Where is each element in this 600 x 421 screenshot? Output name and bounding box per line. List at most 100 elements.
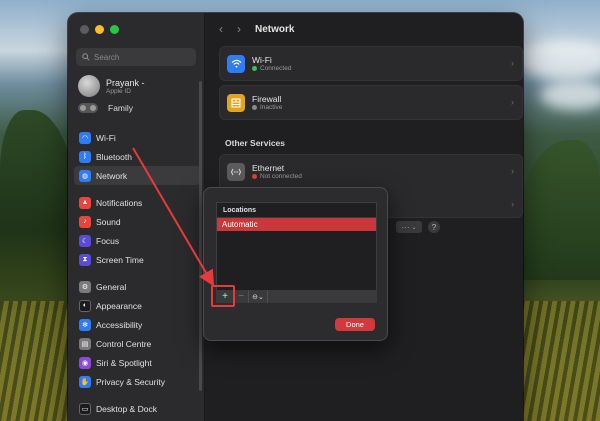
- family-icon: [78, 103, 98, 113]
- sidebar-item-label: Appearance: [96, 300, 142, 311]
- sidebar-item-label: Sound: [96, 216, 121, 227]
- control-centre-icon: ▤: [79, 337, 91, 350]
- chevron-right-icon: ›: [511, 199, 514, 209]
- service-title: Wi-Fi: [252, 55, 272, 65]
- status-text: Not connected: [260, 173, 302, 180]
- sidebar-item-sound[interactable]: ♪ Sound: [74, 212, 200, 231]
- sidebar-list: ◠ Wi-Fi ᛒ Bluetooth ◍ Network ▲ Notifica…: [74, 128, 200, 418]
- locations-sheet: Locations Automatic + − ⊖⌄ Done: [203, 187, 388, 341]
- family-label: Family: [108, 103, 134, 113]
- dock-icon: ▭: [79, 402, 91, 415]
- gear-icon: ⚙: [79, 280, 91, 293]
- sidebar-item-wifi[interactable]: ◠ Wi-Fi: [74, 128, 200, 147]
- sidebar-item-label: Focus: [96, 235, 120, 246]
- bluetooth-icon: ᛒ: [79, 150, 91, 163]
- wallpaper-cloud: [520, 40, 600, 80]
- wallpaper-trees-right: [520, 140, 600, 280]
- status-dot: [252, 66, 257, 71]
- apple-id-account[interactable]: Prayank - Apple ID: [78, 75, 145, 97]
- sidebar-item-label: Network: [96, 170, 128, 181]
- back-chevron-icon[interactable]: ‹: [219, 22, 223, 36]
- more-options-button[interactable]: ··· ⌄: [396, 221, 422, 233]
- sidebar-scrollbar[interactable]: [199, 81, 202, 391]
- sidebar-item-privacy-security[interactable]: ✋ Privacy & Security: [74, 372, 200, 391]
- location-row[interactable]: Automatic: [217, 218, 376, 231]
- help-button[interactable]: ?: [428, 221, 440, 233]
- avatar: [78, 75, 100, 97]
- firewall-icon: [227, 93, 245, 112]
- sidebar-item-bluetooth[interactable]: ᛒ Bluetooth: [74, 147, 200, 166]
- chevron-right-icon: ›: [511, 97, 514, 107]
- sidebar-item-label: Bluetooth: [96, 151, 132, 162]
- done-button[interactable]: Done: [335, 318, 375, 331]
- sidebar-item-appearance[interactable]: ◐ Appearance: [74, 296, 200, 315]
- remove-location-button[interactable]: −: [234, 290, 248, 303]
- siri-icon: ◉: [79, 356, 91, 369]
- sidebar-item-label: Accessibility: [96, 319, 143, 330]
- locations-header: Locations: [217, 203, 376, 218]
- sidebar: Search Prayank - Apple ID Family ◠ Wi-Fi…: [68, 13, 205, 421]
- status-dot: [252, 174, 257, 179]
- sidebar-item-label: Privacy & Security: [96, 376, 165, 387]
- hand-icon: ✋: [79, 375, 91, 388]
- service-status: Not connected: [252, 173, 302, 180]
- appearance-icon: ◐: [79, 299, 91, 312]
- family-item[interactable]: Family: [78, 103, 133, 113]
- sidebar-item-label: Screen Time: [96, 254, 144, 265]
- search-input[interactable]: Search: [76, 48, 196, 66]
- account-name: Prayank -: [106, 77, 145, 88]
- firewall-card: Firewall Inactive ›: [219, 85, 523, 120]
- sidebar-item-desktop-dock[interactable]: ▭ Desktop & Dock: [74, 399, 200, 418]
- sidebar-item-label: Wi-Fi: [96, 132, 116, 143]
- service-status: Connected: [252, 65, 291, 72]
- service-row-ethernet[interactable]: Ethernet Not connected ›: [220, 155, 522, 188]
- sidebar-item-label: General: [96, 281, 127, 292]
- service-row-wifi[interactable]: Wi-Fi Connected ›: [220, 47, 522, 80]
- close-button[interactable]: [80, 25, 89, 34]
- globe-icon: ◍: [79, 169, 91, 182]
- highlight-box: [211, 285, 235, 307]
- search-icon: [82, 53, 90, 61]
- status-text: Connected: [260, 65, 292, 72]
- chevron-right-icon: ›: [511, 166, 514, 176]
- status-text: Inactive: [260, 104, 283, 111]
- page-title: Network: [255, 23, 295, 35]
- sidebar-item-label: Control Centre: [96, 338, 152, 349]
- bell-icon: ▲: [79, 196, 91, 209]
- search-placeholder: Search: [94, 52, 120, 62]
- accessibility-icon: ✻: [79, 318, 91, 331]
- service-title: Firewall: [252, 94, 282, 104]
- wifi-icon: ◠: [79, 131, 91, 144]
- toolbar: ‹ › Network: [205, 13, 523, 45]
- forward-chevron-icon[interactable]: ›: [237, 22, 241, 36]
- sidebar-item-label: Desktop & Dock: [96, 403, 157, 414]
- chevron-down-icon: ⌄: [411, 224, 417, 231]
- chevron-right-icon: ›: [511, 58, 514, 68]
- locations-list: Locations Automatic: [216, 202, 377, 296]
- minimize-button[interactable]: [95, 25, 104, 34]
- account-subtitle: Apple ID: [106, 87, 131, 95]
- hourglass-icon: ⧗: [79, 253, 91, 266]
- sidebar-item-label: Siri & Spotlight: [96, 357, 152, 368]
- zoom-button[interactable]: [110, 25, 119, 34]
- speaker-icon: ♪: [79, 215, 91, 228]
- sidebar-item-siri-spotlight[interactable]: ◉ Siri & Spotlight: [74, 353, 200, 372]
- moon-icon: ☾: [79, 234, 91, 247]
- sidebar-item-screen-time[interactable]: ⧗ Screen Time: [74, 250, 200, 269]
- wallpaper-cloud: [540, 80, 600, 110]
- sidebar-item-notifications[interactable]: ▲ Notifications: [74, 193, 200, 212]
- locations-toolbar: + − ⊖⌄: [216, 290, 377, 303]
- sidebar-item-focus[interactable]: ☾ Focus: [74, 231, 200, 250]
- more-label: ···: [401, 222, 410, 232]
- sidebar-item-control-centre[interactable]: ▤ Control Centre: [74, 334, 200, 353]
- location-actions-menu[interactable]: ⊖⌄: [248, 290, 268, 303]
- sidebar-item-general[interactable]: ⚙ General: [74, 277, 200, 296]
- sidebar-item-label: Notifications: [96, 197, 143, 208]
- sidebar-item-accessibility[interactable]: ✻ Accessibility: [74, 315, 200, 334]
- sidebar-item-network[interactable]: ◍ Network: [74, 166, 200, 185]
- other-services-heading: Other Services: [225, 138, 286, 148]
- status-dot: [252, 105, 257, 110]
- service-row-firewall[interactable]: Firewall Inactive ›: [220, 86, 522, 119]
- services-card: Wi-Fi Connected ›: [219, 46, 523, 81]
- wifi-icon: [227, 54, 245, 73]
